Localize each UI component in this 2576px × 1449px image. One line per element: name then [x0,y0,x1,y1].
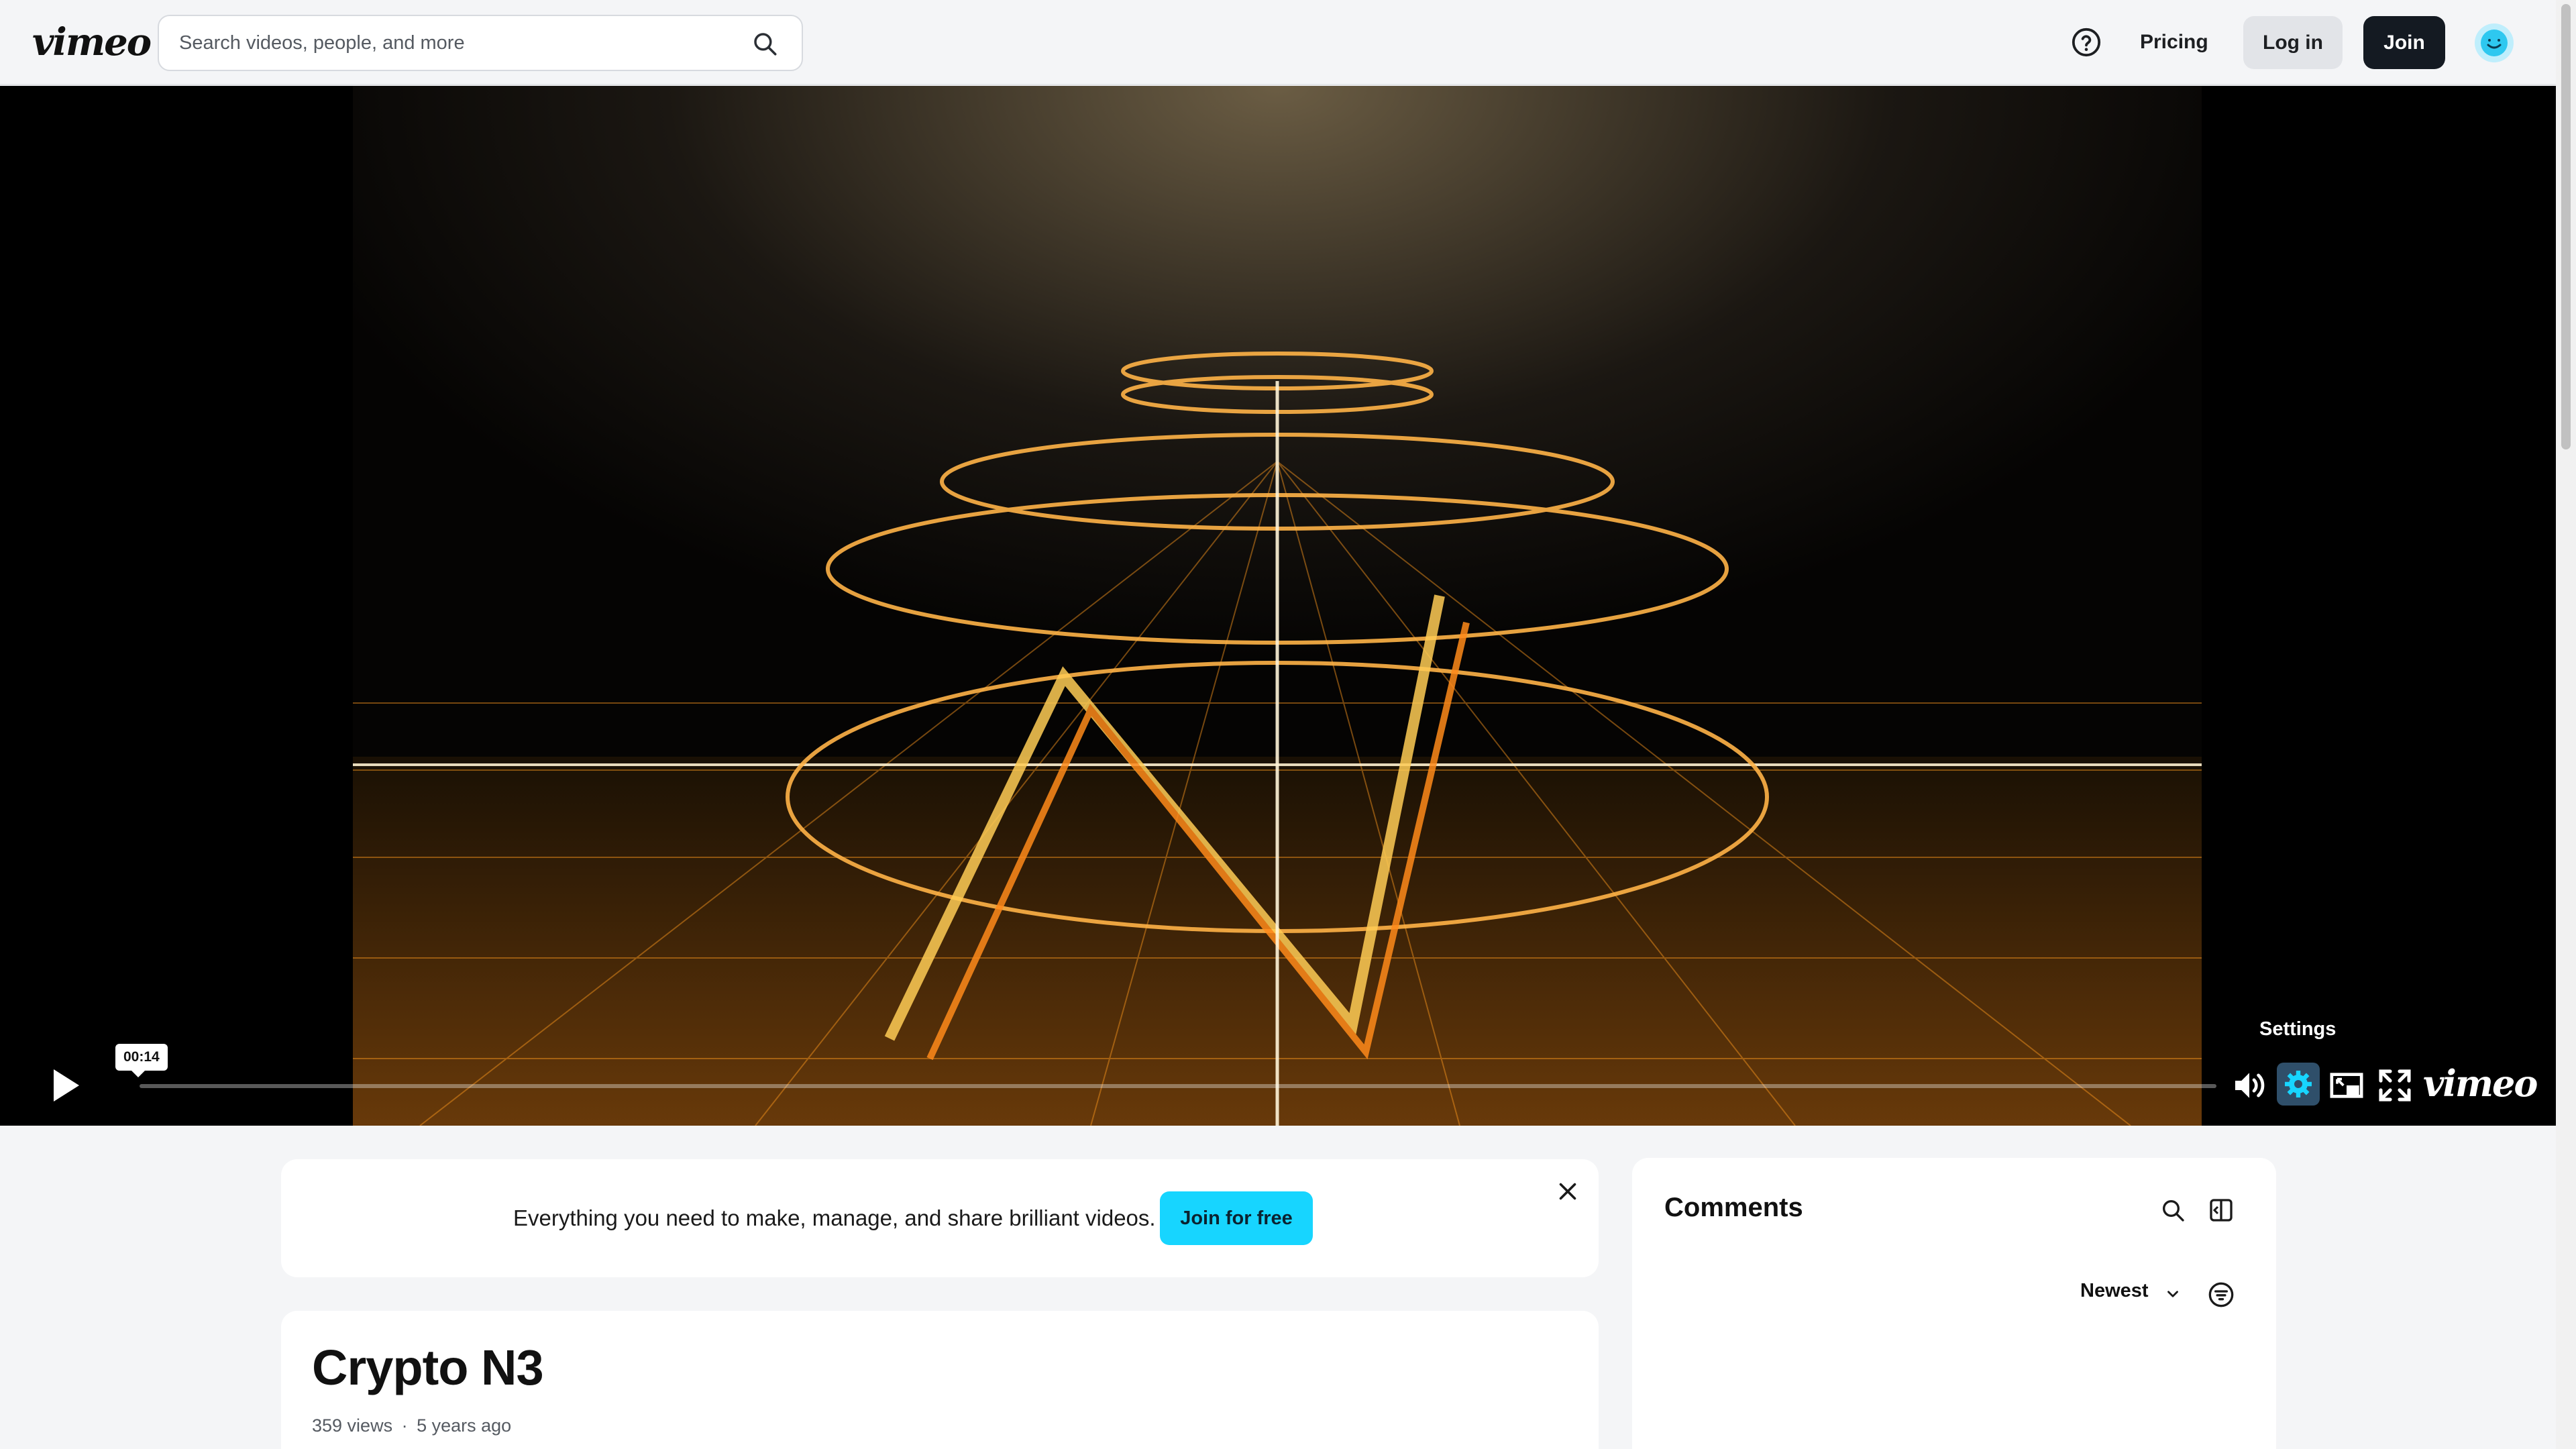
chevron-down-icon[interactable] [2164,1285,2182,1303]
promo-banner-text: Everything you need to make, manage, and… [513,1205,1156,1230]
meta-separator: · [401,1415,408,1436]
settings-button[interactable] [2277,1063,2320,1106]
search-box[interactable] [158,15,803,71]
page-scrollbar[interactable] [2556,0,2576,1449]
filter-icon[interactable] [2208,1281,2235,1308]
volume-icon[interactable] [2231,1067,2268,1104]
video-title: Crypto N3 [312,1340,544,1395]
join-for-free-button[interactable]: Join for free [1160,1191,1313,1245]
top-navigation-bar: vimeo Pricing Log in Join [0,0,2556,85]
join-button[interactable]: Join [2363,16,2445,69]
player-vimeo-logo[interactable]: vimeo [2423,1061,2538,1106]
comments-title: Comments [1664,1193,1803,1222]
comments-panel: Comments Newest [1632,1158,2276,1449]
fullscreen-icon[interactable] [2376,1067,2414,1104]
player-controls: 00:14 Settings vimeo [0,1018,2556,1126]
promo-banner: Everything you need to make, manage, and… [281,1159,1599,1277]
gear-icon [2285,1071,2312,1097]
upload-age: 5 years ago [417,1415,512,1436]
settings-tooltip: Settings [2259,1018,2337,1040]
play-icon[interactable] [51,1068,80,1103]
login-button[interactable]: Log in [2243,16,2343,69]
video-meta: 359 views · 5 years ago [312,1415,511,1436]
help-circle-icon[interactable] [2071,27,2102,58]
progress-bar[interactable] [140,1084,2216,1088]
scrollbar-thumb[interactable] [2561,4,2571,449]
sort-dropdown[interactable]: Newest [2080,1280,2149,1302]
vimeo-logo[interactable]: vimeo [32,19,152,66]
avatar-face-icon[interactable] [2474,23,2514,63]
view-count: 359 views [312,1415,393,1436]
layout-panel-icon[interactable] [2208,1197,2235,1224]
search-icon[interactable] [2159,1197,2186,1224]
pricing-link[interactable]: Pricing [2140,20,2208,64]
close-icon[interactable] [1556,1179,1580,1203]
search-icon[interactable] [751,30,779,58]
picture-in-picture-icon[interactable] [2328,1067,2365,1104]
video-info-card: Crypto N3 359 views · 5 years ago [281,1311,1599,1449]
current-time-bubble: 00:14 [115,1044,168,1077]
video-frame-image[interactable] [353,86,2202,1126]
video-player[interactable]: 00:14 Settings vimeo [0,86,2556,1126]
search-input[interactable] [179,16,729,70]
